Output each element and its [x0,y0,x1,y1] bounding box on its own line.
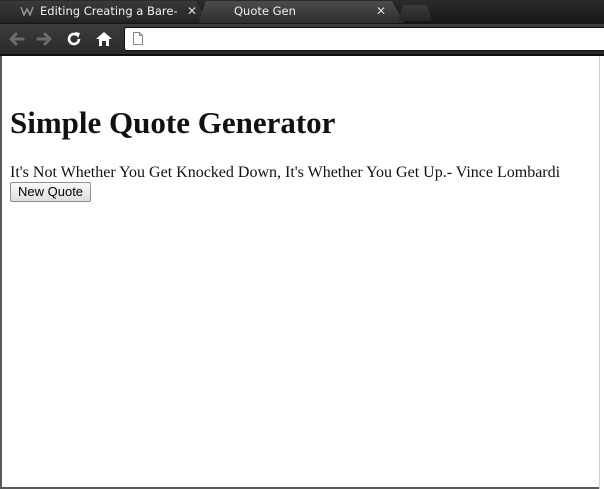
wiki-favicon-icon [20,5,34,17]
quote-text: It's Not Whether You Get Knocked Down, I… [10,164,561,181]
tab-strip: Editing Creating a Bare-Bo ✕ Quote Gen ✕ [0,0,604,24]
address-bar[interactable] [124,27,604,51]
reload-icon[interactable] [64,28,84,50]
page-content: Simple Quote Generator It's Not Whether … [10,106,600,202]
scrollbar-edge [599,56,604,489]
page-icon [133,32,143,45]
back-arrow-icon[interactable] [6,28,26,50]
new-quote-button[interactable]: New Quote [10,182,92,202]
tab-title: Editing Creating a Bare-Bo [40,4,178,18]
page-title: Simple Quote Generator [10,105,336,140]
tab-title: Quote Gen [234,4,296,18]
page-viewport: Simple Quote Generator It's Not Whether … [0,56,604,489]
new-tab-button[interactable] [398,5,432,21]
forward-arrow-icon[interactable] [35,28,55,50]
tab-quote-gen[interactable]: Quote Gen ✕ [198,1,404,23]
address-input[interactable] [149,30,589,48]
tab-close-icon[interactable]: ✕ [376,1,386,21]
tab-close-icon[interactable]: ✕ [187,1,197,21]
toolbar [0,24,604,56]
browser-chrome: Editing Creating a Bare-Bo ✕ Quote Gen ✕ [0,0,604,56]
home-icon[interactable] [94,28,114,50]
tab-editing[interactable]: Editing Creating a Bare-Bo ✕ [0,1,208,23]
